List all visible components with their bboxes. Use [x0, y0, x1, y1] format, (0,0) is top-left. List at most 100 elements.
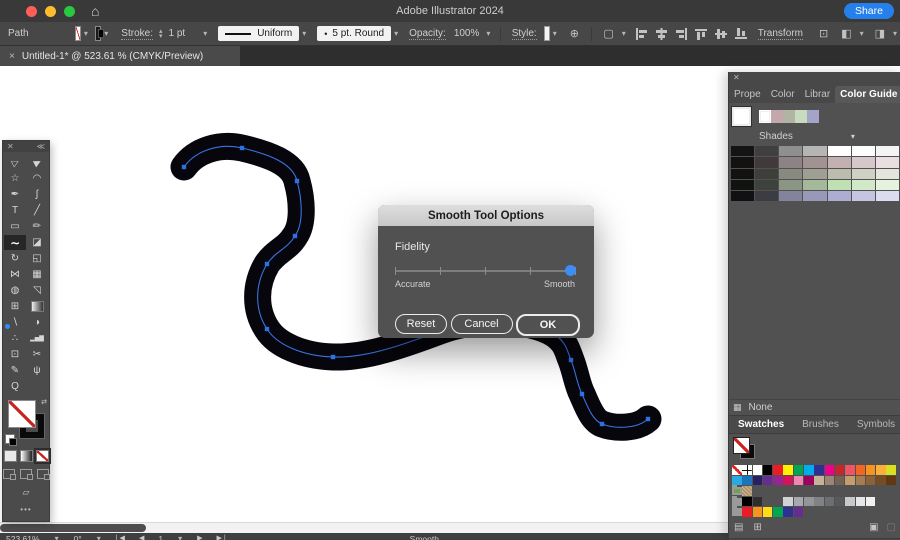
perspective-grid-tool[interactable]: ◹	[26, 283, 48, 298]
tab-color[interactable]: Color	[766, 86, 800, 103]
extra-options-chevron-icon[interactable]: ▾	[893, 29, 897, 38]
free-transform-tool[interactable]: ▦	[26, 267, 48, 282]
swatch[interactable]	[731, 168, 755, 179]
dialog-title[interactable]: Smooth Tool Options	[378, 205, 594, 226]
swatch[interactable]	[855, 496, 866, 507]
swatch[interactable]	[824, 496, 835, 507]
graphic-style-swatch[interactable]	[543, 26, 550, 41]
draw-inside-icon[interactable]	[37, 469, 50, 480]
document-tab[interactable]: × Untitled-1* @ 523.61 % (CMYK/Preview)	[0, 46, 240, 66]
swatch[interactable]	[827, 168, 851, 179]
swatch[interactable]	[875, 157, 899, 168]
swatch[interactable]	[803, 157, 827, 168]
swatch[interactable]	[755, 157, 779, 168]
swatch[interactable]	[742, 496, 752, 507]
fill-proxy-mini[interactable]	[733, 437, 750, 455]
swatch[interactable]	[875, 179, 899, 191]
cancel-button[interactable]: Cancel	[450, 314, 513, 334]
swatch[interactable]	[855, 475, 866, 486]
swatch[interactable]	[875, 191, 899, 202]
swatch[interactable]	[779, 179, 803, 191]
swatch[interactable]	[875, 146, 899, 157]
tab-color-guide[interactable]: Color Guide	[835, 86, 900, 103]
limit-colors-icon[interactable]: ▦	[733, 402, 742, 413]
swatches-fill-stroke-proxy[interactable]	[733, 437, 763, 463]
none-row[interactable]: ▦ None	[729, 399, 900, 415]
reset-button[interactable]: Reset	[395, 314, 447, 334]
swatch[interactable]	[755, 191, 779, 202]
direct-selection-tool[interactable]: ▷	[4, 155, 26, 170]
swatch[interactable]	[855, 465, 866, 475]
align-top-icon[interactable]	[694, 28, 708, 40]
gradient-button[interactable]	[19, 450, 33, 462]
swatch[interactable]	[755, 146, 779, 157]
swatch[interactable]	[851, 146, 875, 157]
stroke-color-swatch[interactable]	[94, 26, 105, 41]
opacity-chevron-icon[interactable]: ▾	[486, 29, 490, 38]
stroke-weight-value[interactable]: 1 pt	[169, 28, 186, 39]
color-button[interactable]	[3, 450, 17, 462]
swatch[interactable]	[793, 496, 804, 507]
swatch[interactable]	[762, 507, 773, 517]
none-button[interactable]	[33, 448, 51, 464]
swatch-none[interactable]	[732, 465, 742, 475]
swatch[interactable]	[807, 110, 819, 123]
zoom-level-value[interactable]: 523.61%	[6, 534, 40, 540]
tab-symbols[interactable]: Symbols	[848, 419, 900, 430]
document-setup-icon[interactable]: ▢	[603, 27, 613, 40]
swatch[interactable]	[851, 157, 875, 168]
zoom-chevron-icon[interactable]: ▾	[55, 534, 59, 540]
swatch[interactable]	[779, 157, 803, 168]
tab-libraries[interactable]: Librar	[800, 86, 836, 103]
paintbrush-tool[interactable]: ✏	[26, 219, 48, 234]
ok-button[interactable]: OK	[516, 314, 580, 336]
swatch[interactable]	[779, 191, 803, 202]
align-vcenter-icon[interactable]	[714, 28, 728, 40]
close-document-icon[interactable]: ×	[9, 51, 15, 62]
swatch[interactable]	[886, 475, 896, 486]
artboard-tool[interactable]: ⊡	[4, 347, 26, 362]
swatch[interactable]	[834, 475, 845, 486]
swatch[interactable]	[783, 475, 793, 486]
tools-collapse-icon[interactable]: ≪	[37, 142, 45, 151]
swatch-libraries-icon[interactable]: ▤	[734, 522, 743, 533]
artboard-number[interactable]: 1	[158, 534, 163, 540]
stroke-weight-label[interactable]: Stroke:	[121, 28, 153, 40]
swatch[interactable]	[762, 475, 773, 486]
swatch[interactable]	[755, 179, 779, 191]
variation-type-dropdown[interactable]: Shades ▾	[729, 128, 900, 145]
panel-close-icon[interactable]: ✕	[729, 72, 900, 84]
swatch[interactable]	[773, 507, 783, 517]
swatch[interactable]	[851, 168, 875, 179]
curvature-tool[interactable]: ʃ	[26, 187, 48, 202]
shape-mode-icon[interactable]: ◧	[841, 27, 851, 40]
swatch[interactable]	[845, 465, 855, 475]
tab-properties[interactable]: Prope	[729, 86, 766, 103]
swatch[interactable]	[804, 496, 814, 507]
shades-chevron-icon[interactable]: ▾	[851, 132, 855, 141]
type-tool[interactable]: T	[4, 203, 26, 218]
tools-close-icon[interactable]: ✕	[7, 142, 14, 151]
style-chevron-icon[interactable]: ▾	[553, 29, 557, 38]
swatch[interactable]	[752, 475, 763, 486]
swatch[interactable]	[814, 496, 824, 507]
base-color-swatch[interactable]	[731, 106, 752, 127]
tab-brushes[interactable]: Brushes	[793, 419, 848, 430]
swatch[interactable]	[783, 496, 793, 507]
last-artboard-icon[interactable]: ▶|	[216, 534, 227, 540]
swatch[interactable]	[875, 168, 899, 179]
blend-tool[interactable]: ◑	[26, 315, 48, 330]
swatch[interactable]	[762, 465, 773, 475]
align-right-icon[interactable]	[675, 27, 688, 40]
swatch[interactable]	[834, 465, 845, 475]
new-swatch-icon[interactable]: ▣	[869, 522, 878, 533]
scale-tool[interactable]: ◱	[26, 251, 48, 266]
swatch[interactable]	[793, 465, 804, 475]
fidelity-slider[interactable]	[395, 264, 577, 278]
profile-chevron-icon[interactable]: ▾	[302, 29, 306, 38]
first-artboard-icon[interactable]: |◀	[116, 534, 127, 540]
prev-artboard-icon[interactable]: ◀	[139, 534, 146, 540]
draw-behind-icon[interactable]	[20, 469, 33, 480]
swatch[interactable]	[845, 496, 855, 507]
scrollbar-thumb[interactable]	[0, 524, 146, 532]
